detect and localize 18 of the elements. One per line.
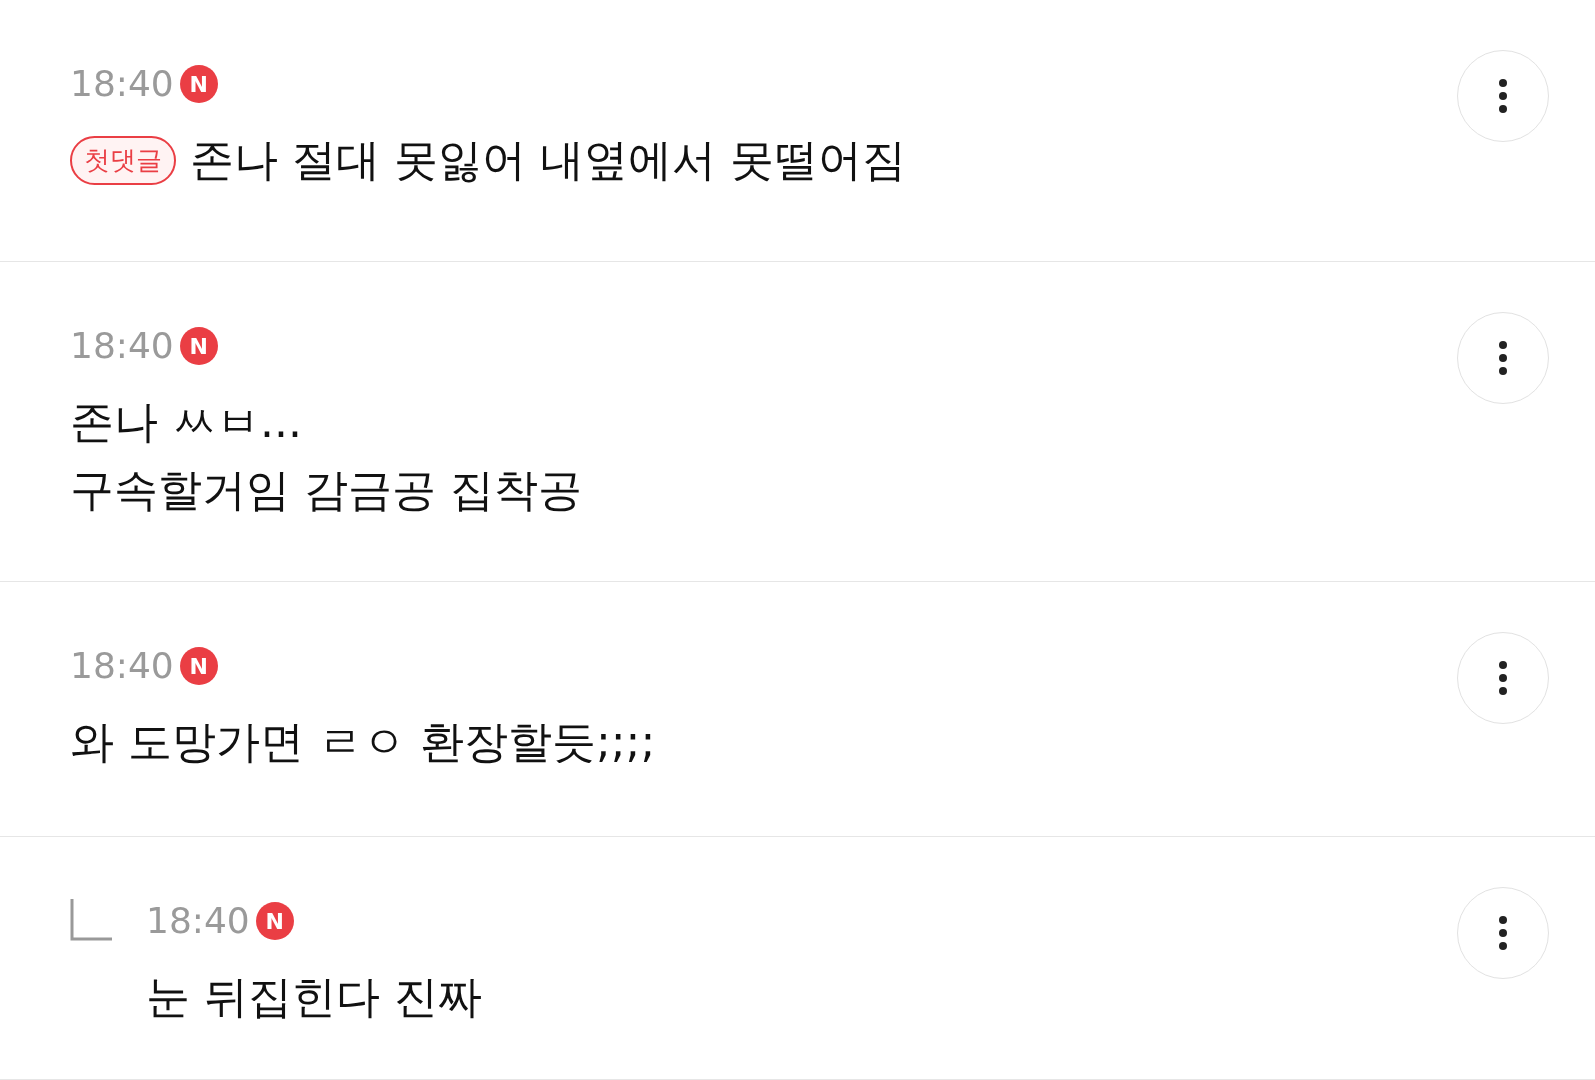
more-icon xyxy=(1498,78,1508,114)
more-icon xyxy=(1498,915,1508,951)
comment-text: 존나 ㅆㅂ... 구속할거임 감금공 집착공 xyxy=(70,395,582,517)
new-badge: N xyxy=(179,327,218,365)
new-badge: N xyxy=(179,65,218,103)
comment-text: 와 도망가면 ㄹㅇ 환장할듯;;;; xyxy=(70,715,656,769)
comment-time: 18:40 xyxy=(70,62,174,106)
new-badge: N xyxy=(255,902,294,940)
more-icon xyxy=(1498,340,1508,376)
new-badge: N xyxy=(179,647,218,685)
comment-time: 18:40 xyxy=(70,324,174,368)
comment-time: 18:40 xyxy=(146,899,250,943)
comment-text: 존나 절대 못잃어 내옆에서 못떨어짐 xyxy=(190,133,906,187)
comment-text: 눈 뒤집힌다 진짜 xyxy=(146,970,482,1024)
first-comment-tag: 첫댓글 xyxy=(70,135,176,185)
more-icon xyxy=(1498,660,1508,696)
reply-icon xyxy=(70,899,114,943)
comment-time: 18:40 xyxy=(70,644,174,688)
